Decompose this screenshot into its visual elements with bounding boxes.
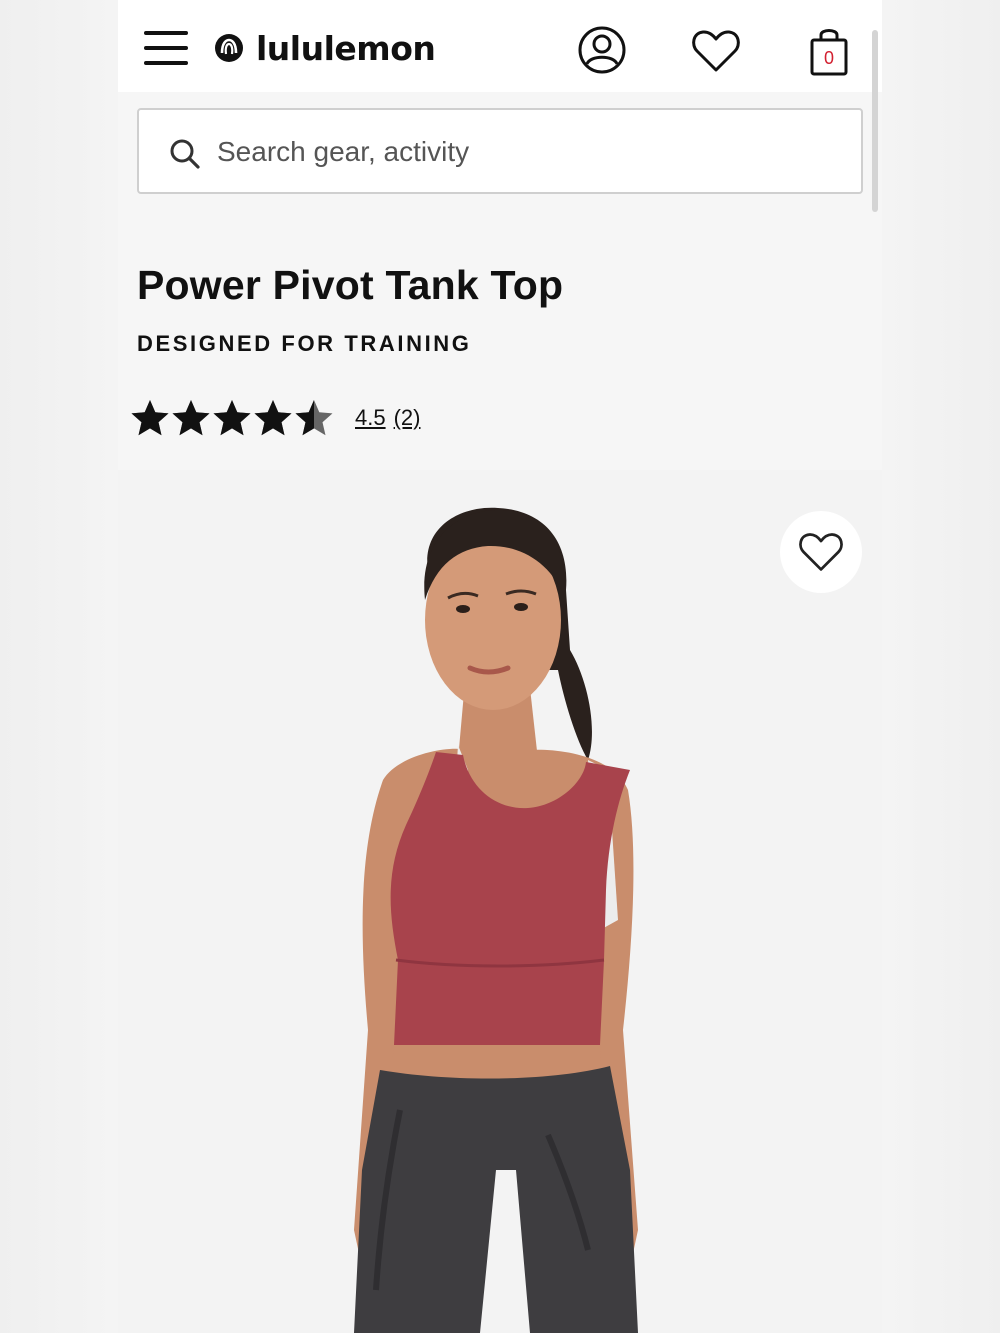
shopping-bag-icon[interactable]: 0 [808,24,850,78]
product-image[interactable] [118,470,882,1333]
page-background-right [882,0,1000,1333]
rating-stars [130,398,335,438]
site-header: lululemon 0 [118,0,882,92]
rating-star-icon [213,400,251,436]
mobile-page: lululemon 0 Po [118,0,882,1333]
rating-star-icon [172,400,210,436]
lululemon-logo-icon [215,34,243,62]
product-subtitle: DESIGNED FOR TRAINING [137,331,472,356]
wishlist-heart-icon[interactable] [690,27,742,75]
product-photo [118,470,882,1333]
rating-star-icon [131,400,169,436]
search-icon [170,139,200,169]
review-count-link[interactable]: (2) [394,405,421,431]
site-logo[interactable]: lululemon [214,28,436,68]
scrollbar[interactable] [872,30,878,212]
hamburger-menu-icon[interactable] [144,31,190,67]
page-background-left [0,0,118,1333]
rating-star-icon [254,400,292,436]
rating-star-icon [295,400,333,436]
bag-count-badge: 0 [823,48,834,68]
search-bar[interactable] [137,108,863,194]
heart-outline-icon [799,533,843,571]
favorite-heart-button[interactable] [780,511,862,593]
search-input[interactable] [217,128,837,176]
product-title: Power Pivot Tank Top [137,262,564,308]
rating-value-link[interactable]: 4.5 [355,405,386,431]
logo-text: lululemon [256,28,436,68]
product-rating: 4.5 (2) [130,396,420,440]
account-icon[interactable] [576,24,628,76]
